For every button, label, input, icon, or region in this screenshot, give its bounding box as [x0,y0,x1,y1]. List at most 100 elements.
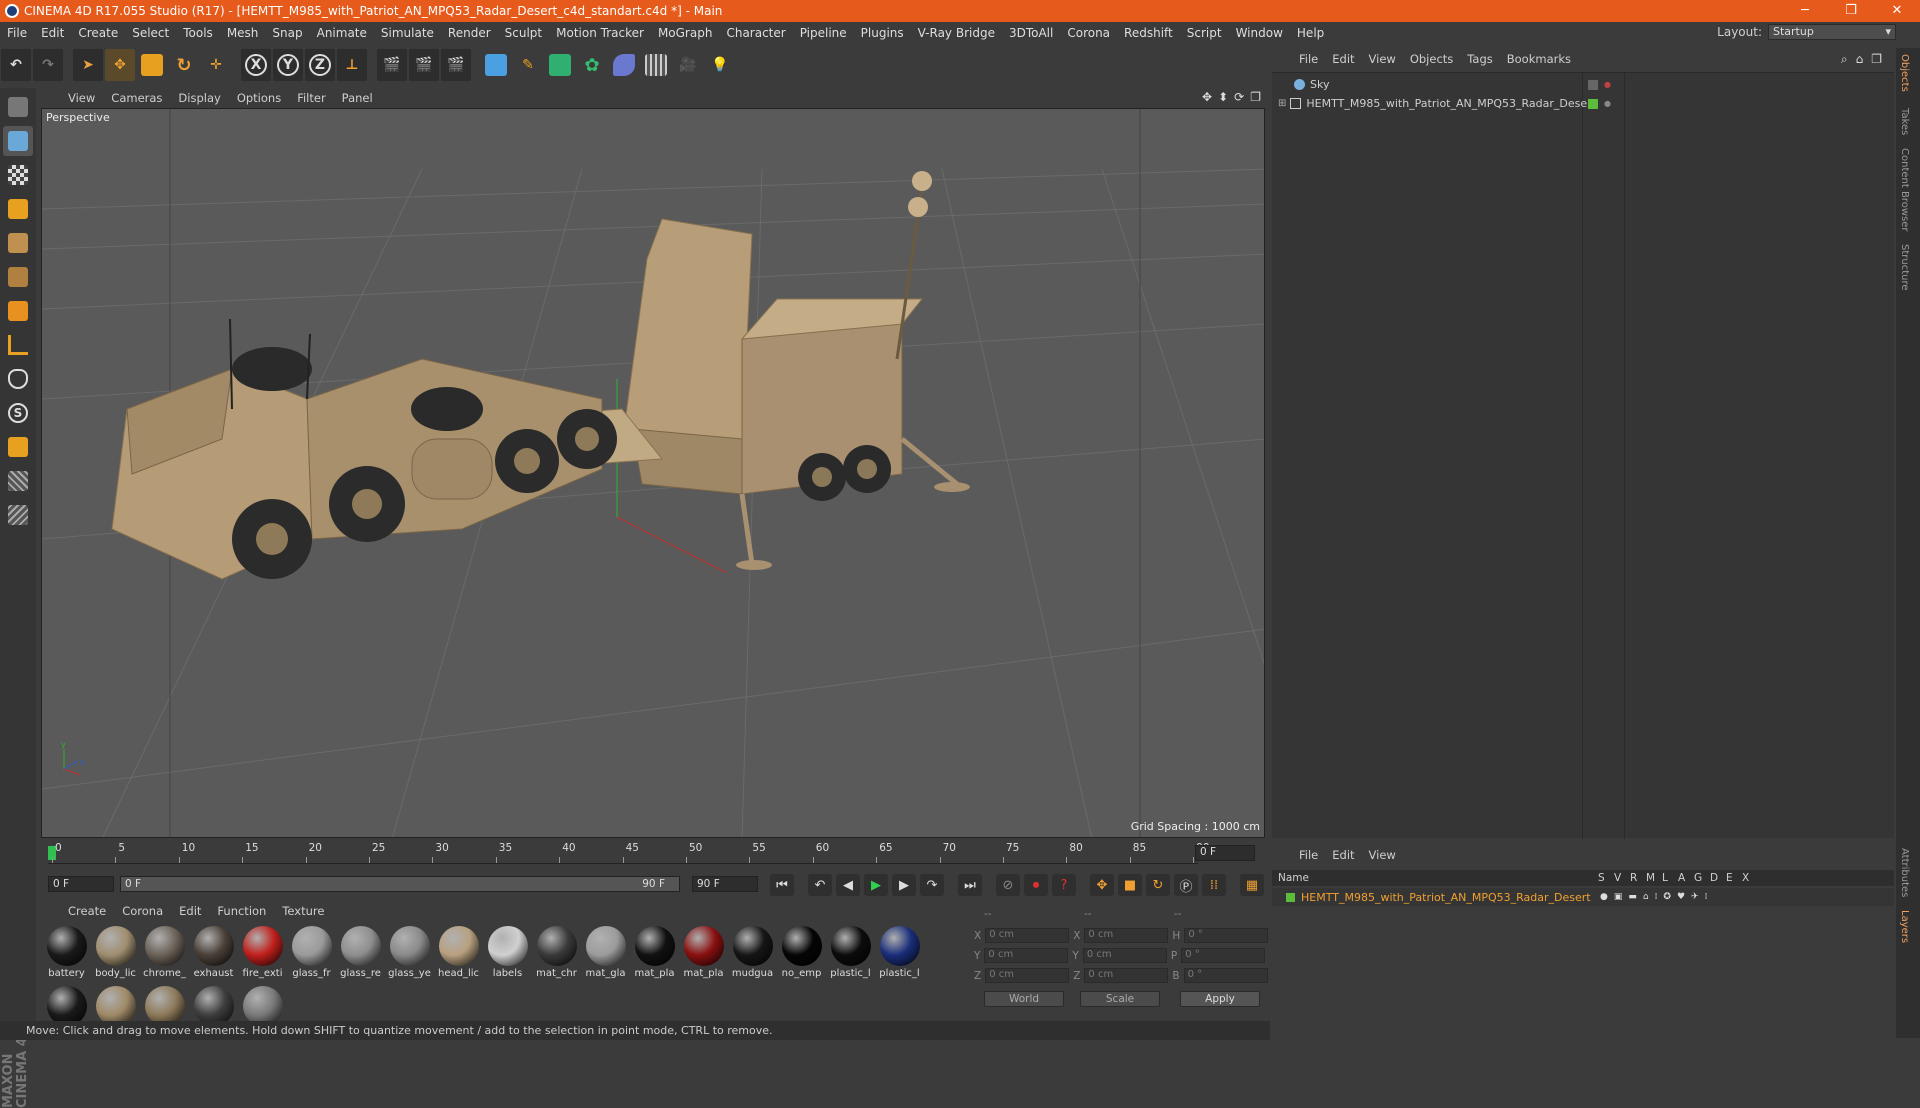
array-button[interactable]: ✿ [577,49,607,81]
camera-button[interactable]: 🎥 [673,49,703,81]
viewport-menu-display[interactable]: Display [170,91,228,105]
menu-help[interactable]: Help [1290,26,1331,40]
go-to-start-button[interactable]: ⏮ [770,874,794,896]
layout-dropdown[interactable]: Startup [1768,24,1896,40]
attributes-tab[interactable]: Attributes [1899,848,1910,897]
record-button[interactable]: ⏺ [1024,874,1048,896]
workplane-button[interactable] [3,194,33,224]
visibility-dots-icon[interactable]: ● [1604,99,1611,108]
close-button[interactable]: ✕ [1874,0,1920,22]
object-menu-edit[interactable]: Edit [1325,52,1361,66]
points-mode-button[interactable] [3,228,33,258]
material-menu-create[interactable]: Create [60,904,114,918]
play-button[interactable]: ▶ [864,874,888,896]
size-x-field[interactable]: 0 cm [1084,928,1169,943]
viewport-menu-cameras[interactable]: Cameras [103,91,170,105]
key-scale-button[interactable]: ■ [1118,874,1142,896]
magnet-button[interactable] [3,432,33,462]
axis-mode-button[interactable] [3,330,33,360]
pos-y-field[interactable]: 0 cm [984,948,1069,963]
takes-tab[interactable]: Takes [1899,108,1910,135]
menu-select[interactable]: Select [125,26,176,40]
layer-flag-icons[interactable]: ●▣▬⌂⁞✪♥✈⁞ [1600,892,1713,902]
size-z-field[interactable]: 0 cm [1084,968,1169,983]
new-view-icon[interactable]: ❐ [1871,52,1882,67]
coordinate-mode-dropdown[interactable]: World [984,991,1064,1007]
material-swatch[interactable]: chrome_ [140,924,189,984]
menu-simulate[interactable]: Simulate [374,26,441,40]
menu-motion-tracker[interactable]: Motion Tracker [549,26,651,40]
previous-frame-button[interactable]: ◀ [836,874,860,896]
material-menu-texture[interactable]: Texture [274,904,332,918]
object-menu-objects[interactable]: Objects [1403,52,1460,66]
column-d[interactable]: D [1710,872,1718,884]
layer-color-icon[interactable] [1588,98,1598,109]
key-parameter-button[interactable]: Ⓟ [1174,874,1198,896]
make-editable-button[interactable] [3,92,33,122]
material-swatch[interactable]: battery [42,924,91,984]
deformer-button[interactable] [609,49,639,81]
objects-tab[interactable]: Objects [1899,54,1910,92]
key-rotation-button[interactable]: ↻ [1146,874,1170,896]
menu-plugins[interactable]: Plugins [854,26,911,40]
menu-pipeline[interactable]: Pipeline [793,26,854,40]
apply-button[interactable]: Apply [1180,991,1260,1007]
material-swatch[interactable]: labels [483,924,532,984]
object-row-sky[interactable]: Sky ● [1272,75,1894,94]
menu-script[interactable]: Script [1180,26,1229,40]
material-menu-corona[interactable]: Corona [114,904,171,918]
perspective-viewport[interactable]: y z Perspective Grid Spacing : 1000 cm [41,108,1265,838]
menu-edit[interactable]: Edit [34,26,71,40]
rot-h-field[interactable]: 0 ° [1184,928,1269,943]
structure-tab[interactable]: Structure [1899,244,1910,291]
object-list[interactable]: Sky ● ⊞ HEMTT_M985_with_Patriot_AN_MPQ53… [1272,72,1894,839]
next-key-button[interactable]: ↷ [920,874,944,896]
material-swatch[interactable]: plastic_l [875,924,924,984]
object-menu-view[interactable]: View [1362,52,1403,66]
pos-x-field[interactable]: 0 cm [985,928,1070,943]
minimize-button[interactable]: ─ [1782,0,1828,22]
material-swatch[interactable]: mudgua [728,924,777,984]
y-axis-lock-button[interactable]: Y [273,49,303,81]
column-m[interactable]: M [1646,872,1655,884]
rot-b-field[interactable]: 0 ° [1183,968,1268,983]
column-g[interactable]: G [1694,872,1702,884]
home-icon[interactable]: ⌂ [1856,52,1864,67]
object-row-hemtt[interactable]: ⊞ HEMTT_M985_with_Patriot_AN_MPQ53_Radar… [1272,94,1894,113]
previous-key-button[interactable]: ↶ [808,874,832,896]
material-swatch[interactable]: exhaust [189,924,238,984]
planar-workplane-button[interactable] [3,500,33,530]
menu-3dtoall[interactable]: 3DToAll [1002,26,1060,40]
column-e[interactable]: E [1726,872,1733,884]
render-picture-viewer-button[interactable]: 🎬 [409,49,439,81]
timeline-ruler[interactable]: 051015202530354045505560657075808590 [48,842,1210,864]
viewport-menu-options[interactable]: Options [229,91,289,105]
menu-tools[interactable]: Tools [176,26,220,40]
material-menu-edit[interactable]: Edit [171,904,209,918]
floor-button[interactable] [641,49,671,81]
preview-range-slider[interactable]: 0 F 90 F [120,876,680,892]
pos-z-field[interactable]: 0 cm [985,968,1070,983]
menu-redshift[interactable]: Redshift [1117,26,1180,40]
undo-button[interactable]: ↶ [1,49,31,81]
material-swatch[interactable]: body_lic [91,924,140,984]
light-button[interactable]: 💡 [705,49,735,81]
locked-workplane-button[interactable] [3,466,33,496]
menu-mograph[interactable]: MoGraph [651,26,720,40]
subdivision-button[interactable] [545,49,575,81]
end-frame-field[interactable]: 90 F [692,876,758,892]
column-s[interactable]: S [1598,872,1605,884]
column-r[interactable]: R [1630,872,1637,884]
go-to-end-button[interactable]: ⏭ [958,874,982,896]
menu-v-ray-bridge[interactable]: V-Ray Bridge [911,26,1002,40]
column-l[interactable]: L [1662,872,1668,884]
polygons-mode-button[interactable] [3,296,33,326]
material-swatch[interactable]: fire_exti [238,924,287,984]
layer-menu-view[interactable]: View [1362,848,1403,862]
move-tool-button[interactable]: ✥ [105,49,135,81]
visibility-dots-icon[interactable]: ● [1604,80,1611,89]
edges-mode-button[interactable] [3,262,33,292]
coordinate-system-button[interactable]: ⊥ [337,49,367,81]
snap-button[interactable]: S [3,398,33,428]
pan-icon[interactable]: ✥ [1202,90,1212,104]
